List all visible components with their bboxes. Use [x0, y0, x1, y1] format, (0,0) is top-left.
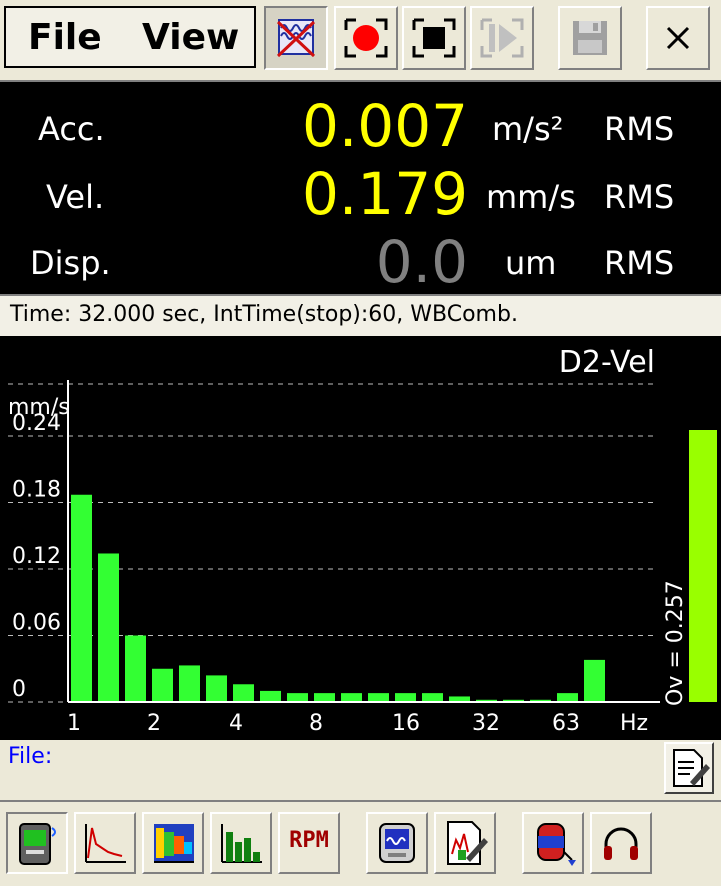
headphones-button[interactable] — [590, 812, 652, 874]
spectrum-bar — [368, 693, 389, 702]
measurement-display: Acc. 0.007 m/s² RMS Vel. 0.179 mm/s RMS … — [0, 82, 721, 296]
calibrator-button[interactable] — [366, 812, 428, 874]
vel-type: RMS — [604, 178, 675, 216]
disp-label: Disp. — [30, 244, 111, 282]
spectrum-bar — [98, 553, 119, 702]
file-label: File: — [8, 744, 53, 769]
x-tick-label: 4 — [229, 711, 243, 736]
headphones-icon — [604, 827, 638, 860]
spectrum-bar — [557, 693, 578, 702]
stop-button[interactable] — [402, 6, 466, 70]
spectrum-chart-svg: D2-Vel mm/s Ov = 0.257 0.240.180.120.060… — [8, 345, 717, 736]
view-menu[interactable]: View — [142, 17, 239, 58]
x-tick-label: 1 — [67, 711, 81, 736]
close-icon — [666, 26, 690, 50]
acc-type: RMS — [604, 110, 675, 148]
chart-title: D2-Vel — [559, 345, 655, 380]
file-menu[interactable]: File — [28, 17, 102, 58]
spectrum-bar — [206, 675, 227, 702]
spectrogram-button[interactable] — [142, 812, 204, 874]
sensor-button[interactable] — [522, 812, 584, 874]
time-signal-icon — [85, 824, 126, 863]
spectrum-chart: D2-Vel mm/s Ov = 0.257 0.24 0.18 0.12 0.06 0… — [0, 336, 721, 740]
bottom-toolbar: RPM — [0, 800, 721, 886]
save-icon — [573, 21, 607, 55]
y-tick-label: 0.12 — [12, 544, 61, 569]
time-signal-button[interactable] — [74, 812, 136, 874]
record-button[interactable] — [334, 6, 398, 70]
report-edit-icon — [447, 821, 488, 865]
disp-type: RMS — [604, 244, 675, 282]
x-tick-label: 32 — [472, 711, 500, 736]
y-tick-label: 0 — [12, 677, 26, 702]
spectrum-bar — [341, 693, 362, 702]
toolbar: File View — [0, 0, 721, 82]
stop-icon — [412, 18, 456, 58]
spectrum-bar — [179, 665, 200, 702]
step-play-icon — [480, 18, 524, 58]
spectrum-bar — [125, 635, 146, 702]
y-tick-label: 0.18 — [12, 478, 61, 503]
overall-value-label: Ov = 0.257 — [663, 580, 688, 706]
bar-spectrum-button[interactable] — [210, 812, 272, 874]
note-edit-icon — [673, 749, 710, 787]
save-button[interactable] — [558, 6, 622, 70]
x-tick-label: 63 — [552, 711, 580, 736]
x-tick-label: 2 — [147, 711, 161, 736]
x-tick-label: 16 — [392, 711, 420, 736]
file-bar: File: — [0, 740, 721, 798]
y-tick-label: 0.06 — [12, 611, 61, 636]
disp-unit: um — [505, 244, 557, 282]
spectrum-bar — [71, 494, 92, 702]
spectrum-bar — [152, 668, 173, 702]
spectrum-bar — [422, 693, 443, 702]
rpm-icon: RPM — [289, 828, 329, 853]
close-button[interactable] — [646, 6, 710, 70]
spectrum-toggle-button[interactable] — [264, 6, 328, 70]
step-play-button[interactable] — [470, 6, 534, 70]
spectrum-bar — [314, 693, 335, 702]
menu-bar: File View — [4, 6, 256, 68]
disp-value: 0.0 — [375, 228, 468, 296]
spectrogram-icon — [154, 824, 194, 863]
status-text: Time: 32.000 sec, IntTime(stop):60, WBCo… — [10, 302, 518, 327]
overall-bar — [689, 430, 717, 702]
acc-unit: m/s² — [492, 110, 564, 148]
spectrum-bar — [395, 693, 416, 702]
record-icon — [344, 18, 388, 58]
acc-label: Acc. — [38, 110, 105, 148]
spectrum-bar — [287, 693, 308, 702]
note-button[interactable] — [664, 742, 714, 794]
x-tick-label: 8 — [309, 711, 323, 736]
spectrum-bar — [233, 684, 254, 702]
spectrum-bar — [584, 659, 605, 702]
calibrator-icon — [379, 823, 415, 863]
bar-spectrum-icon — [221, 824, 262, 863]
vel-unit: mm/s — [486, 178, 576, 216]
sensor-icon — [537, 823, 576, 866]
x-tick-label: Hz — [620, 711, 648, 736]
vel-label: Vel. — [46, 178, 105, 216]
status-bar: Time: 32.000 sec, IntTime(stop):60, WBCo… — [0, 294, 721, 336]
meter-button[interactable] — [6, 812, 68, 874]
report-edit-button[interactable] — [434, 812, 496, 874]
rpm-button[interactable]: RPM — [278, 812, 340, 874]
spectrum-bar — [260, 690, 281, 702]
acc-value: 0.007 — [301, 92, 468, 160]
spectrum-toggle-icon — [276, 19, 316, 58]
vel-value: 0.179 — [301, 160, 468, 228]
meter-icon — [19, 823, 56, 865]
y-tick-label: 0.24 — [12, 411, 61, 436]
